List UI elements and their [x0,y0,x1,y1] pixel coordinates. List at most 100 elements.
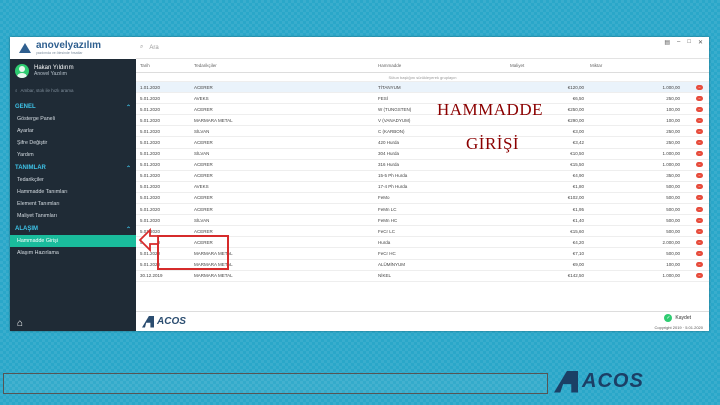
table-header: Tarih Tedarikçiler Hammadde Maliyet Mikt… [136,59,709,73]
cell-date: 5.01.2020 [140,140,161,146]
delete-icon[interactable]: − [696,140,703,146]
delete-icon[interactable]: − [696,228,703,234]
cell-cost: €1,95 [572,206,584,212]
sidebar-item-settings[interactable]: Ayarlar [10,125,136,137]
table-row[interactable]: 5.01.2020 ACERER 420 Hurda €3,42 250,00− [136,137,709,149]
section-tanimlar[interactable]: TANIMLAR ⌃ [10,161,136,174]
delete-icon[interactable]: − [696,162,703,168]
table-row[interactable]: 5.01.2020 ACERER 316 Hurda €15,50 1.000,00 − [136,160,709,171]
table-row[interactable]: 30.12.2019 MARMARA METAL NİKEL €142,50 1.000… [136,271,709,282]
sidebar-item-dashboard[interactable]: Gösterge Paneli [10,113,136,125]
topbar: ⌕ Ara [136,37,709,59]
cell-raw-material: FeMn LC [378,206,397,212]
brand-tagline: yazılımda ve ötesinde fırsatlar [36,51,83,55]
cell-quantity: 100,00 [666,262,680,268]
delete-cell: − [686,140,709,146]
cell-quantity: 250,00 [666,95,680,101]
cell-supplier: AVEKS [194,184,209,190]
cell-cost: €15,50 [570,162,584,168]
cell-cost: €7,10 [572,250,584,256]
cell-quantity: 500,00 [666,250,680,256]
delete-icon[interactable]: − [696,262,703,268]
delete-icon[interactable]: − [696,195,703,201]
cell-raw-material: 17-4 Ph Hurda [378,184,408,190]
table-row[interactable]: 5.01.2020 AVEKS FESİ €6,50 250,00− [136,93,709,105]
delete-icon[interactable]: − [696,95,703,101]
sidebar-item-alloy-preparation[interactable]: Alaşım Hazırlama [10,247,136,259]
chevron-up-icon: ⌃ [125,166,131,172]
table-row[interactable]: 5.01.2020 SİLVAN C (KARBON) €3,00 250,00− [136,126,709,138]
sidebar-item-raw-material-entry[interactable]: Hammadde Girişi [10,235,136,247]
col-cost[interactable]: Maliyet [510,63,590,68]
sidebar-item-cost-definitions[interactable]: Maliyet Tanımları [10,210,136,222]
user-profile[interactable]: Hakan Yıldırım Anovel Yazılım [10,59,136,83]
delete-icon[interactable]: − [696,250,703,256]
delete-icon[interactable]: − [696,117,703,123]
delete-icon[interactable]: − [696,239,703,245]
delete-icon[interactable]: − [696,106,703,112]
cell-raw-material: NİKEL [378,273,392,279]
col-quantity[interactable]: Miktar [590,63,692,68]
cell-cost: €9,00 [572,262,584,268]
section-alasim[interactable]: ALAŞIM ⌃ [10,222,136,235]
delete-icon[interactable]: − [696,151,703,157]
delete-icon[interactable]: − [696,173,703,179]
delete-icon[interactable]: − [696,184,703,190]
section-genel[interactable]: GENEL ⌃ [10,100,136,113]
col-date[interactable]: Tarih [140,63,194,68]
print-icon[interactable]: ▤ [664,39,670,46]
delete-icon[interactable]: − [696,217,703,223]
cell-cost: €1,80 [572,184,584,190]
table-row[interactable]: 5.01.2020 SİLVAN FeMn HC €1,40 500,00 − [136,215,709,227]
save-button[interactable]: ✓ Kaydet [664,314,691,322]
table-row[interactable]: 5.01.2020 ACERER FeMo €102,00 500,00 − [136,193,709,205]
delete-icon[interactable]: − [696,84,703,90]
sidebar-item-help[interactable]: Yardım [10,149,136,161]
table-row[interactable]: 5.01.2020 ACERER W (TUNGSTEN) €250,00 100,00… [136,104,709,116]
section-alasim-title: ALAŞIM [15,226,38,232]
minimize-icon[interactable]: – [677,39,680,46]
col-supplier[interactable]: Tedarikçiler [194,63,264,68]
highlight-arrow-icon [138,227,159,253]
sidebar-item-element-definitions[interactable]: Element Tanımları [10,198,136,210]
delete-icon[interactable]: − [696,128,703,134]
highlight-box [157,235,229,270]
table-row[interactable]: 5.01.2020 ACERER FeMn LC €1,95 500,00 − [136,204,709,216]
maximize-icon[interactable]: □ [687,39,691,46]
cell-supplier: MARMARA METAL [194,117,233,123]
delete-cell: − [686,195,709,201]
table-row[interactable]: 1.01.2020 ACERER TİTANYUM €120,00 1.000,00 − [136,82,709,94]
cell-raw-material: Hurda [378,239,391,245]
delete-cell: − [686,106,709,112]
col-raw-material[interactable]: Hammadde [378,63,510,68]
cell-raw-material: FeMo [378,195,390,201]
cell-supplier: ACERER [194,84,213,90]
brand-name: anovelyazılım [36,40,102,51]
home-icon[interactable]: ⌂ [10,315,30,331]
check-icon: ✓ [664,314,673,322]
sidebar-item-raw-material-definitions[interactable]: Hammadde Tanımları [10,186,136,198]
cell-quantity: 350,00 [666,173,680,179]
cell-cost: €102,00 [567,195,584,201]
cell-quantity: 100,00 [666,106,680,112]
delete-icon[interactable]: − [696,273,703,279]
cell-date: 5.01.2020 [140,128,161,134]
delete-icon[interactable]: − [696,206,703,212]
copyright-text: Copyright 2019 · 5.01.2020 [654,325,703,330]
sidebar-item-change-password[interactable]: Şifre Değiştir [10,137,136,149]
cell-date: 1.01.2020 [140,84,161,90]
sidebar-item-suppliers[interactable]: Tedarikçiler [10,174,136,186]
cell-quantity: 500,00 [666,206,680,212]
table-row[interactable]: 5.01.2020 ACERER 15-5 Ph Hurda €4,90 350,00 − [136,171,709,182]
group-hint: Sütun başlığını sürükleyerek gruplayın [136,73,709,82]
table-row[interactable]: 5.01.2020 AVEKS 17-4 Ph Hurda €1,80 500,00 − [136,182,709,193]
cell-quantity: 1.000,00 [662,273,680,279]
sidebar-search-input[interactable]: ⌕ Ambar, stok ile hızlı arama [15,85,131,95]
chevron-up-icon: ⌃ [125,227,131,233]
close-icon[interactable]: ✕ [698,39,703,46]
table-row[interactable]: 5.01.2020 SİLVAN 304 Hurda €10,50 1.000,00− [136,149,709,160]
top-search-input[interactable]: Ara [149,45,158,51]
cell-supplier: ACERER [194,162,213,168]
acos-brand-logo: ACOS [554,370,644,393]
table-row[interactable]: 5.01.2020 MARMARA METAL V (VANADYUM) €290,0… [136,115,709,127]
